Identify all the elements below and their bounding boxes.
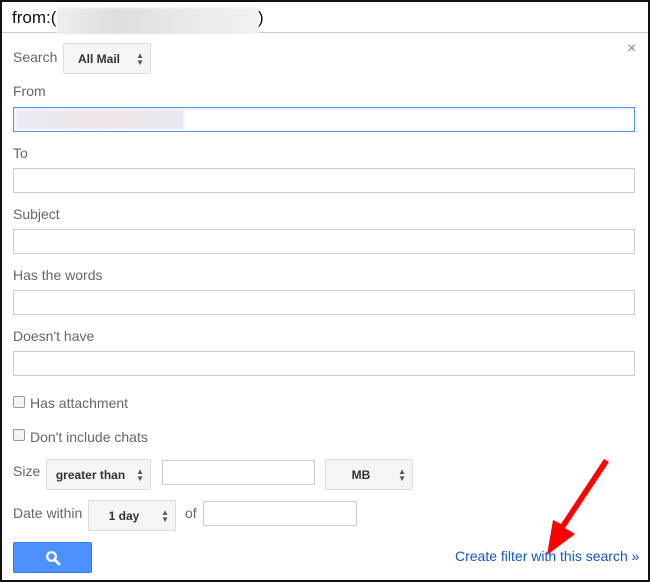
red-arrow-annotation xyxy=(547,459,609,555)
